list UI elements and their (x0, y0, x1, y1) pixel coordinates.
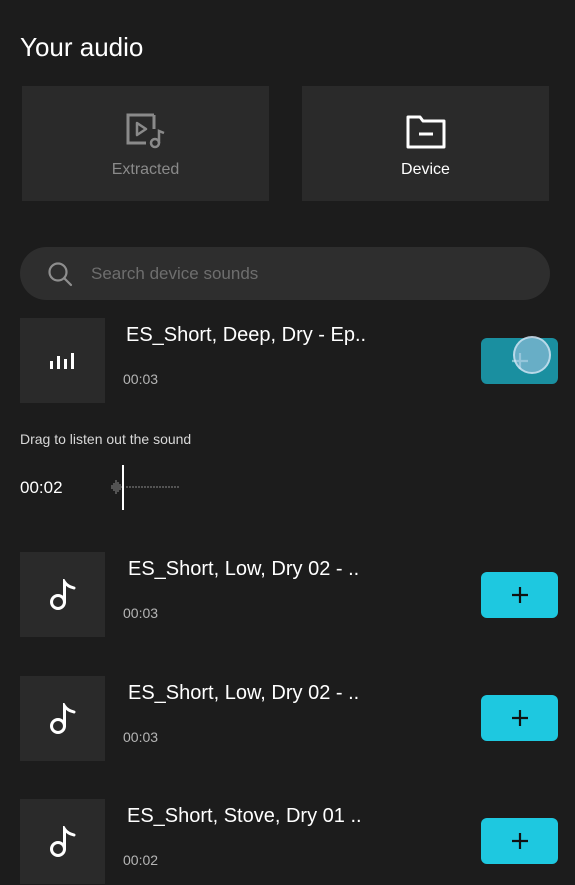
track-duration: 00:03 (123, 371, 159, 387)
page-title: Your audio (20, 32, 144, 62)
playhead[interactable] (122, 465, 124, 510)
track-duration: 00:02 (123, 852, 159, 868)
preview-time: 00:02 (20, 478, 63, 497)
music-note-icon (49, 825, 75, 857)
plus-icon (511, 710, 528, 726)
track-thumbnail (20, 676, 105, 761)
track-thumbnail (20, 552, 105, 637)
search-input[interactable] (91, 263, 511, 284)
track-row[interactable]: ES_Short, Stove, Dry 01 .. 00:02 (20, 799, 560, 885)
track-name: ES_Short, Stove, Dry 01 .. (127, 805, 362, 827)
video-music-icon (126, 113, 164, 148)
device-label: Device (401, 160, 450, 178)
waveform (111, 480, 180, 494)
extracted-source-tab[interactable]: Extracted (22, 86, 269, 201)
plus-icon (511, 587, 528, 603)
track-duration: 00:03 (123, 605, 159, 621)
track-thumbnail (20, 318, 105, 403)
track-row[interactable]: ES_Short, Low, Dry 02 - .. 00:03 (20, 676, 560, 762)
equalizer-icon (49, 352, 74, 369)
add-track-button[interactable] (481, 818, 558, 864)
track-row[interactable]: ES_Short, Deep, Dry - Ep.. 00:03 (20, 318, 560, 404)
music-note-icon (49, 702, 75, 734)
drag-hint: Drag to listen out the sound (20, 431, 192, 447)
extracted-label: Extracted (111, 160, 180, 178)
plus-icon (511, 833, 528, 849)
folder-icon (406, 115, 445, 148)
track-name: ES_Short, Deep, Dry - Ep.. (126, 324, 367, 346)
track-row[interactable]: ES_Short, Low, Dry 02 - .. 00:03 (20, 552, 560, 638)
track-name: ES_Short, Low, Dry 02 - .. (128, 682, 360, 704)
track-name: ES_Short, Low, Dry 02 - .. (128, 558, 360, 580)
add-track-button[interactable] (481, 695, 558, 741)
music-note-icon (49, 578, 75, 610)
search-bar[interactable] (20, 247, 550, 300)
touch-indicator (513, 336, 551, 374)
search-icon (48, 261, 73, 286)
device-source-tab[interactable]: Device (302, 86, 549, 201)
preview-scrubber[interactable]: 00:02 (0, 465, 180, 510)
track-duration: 00:03 (123, 729, 159, 745)
add-track-button[interactable] (481, 572, 558, 618)
track-thumbnail (20, 799, 105, 884)
